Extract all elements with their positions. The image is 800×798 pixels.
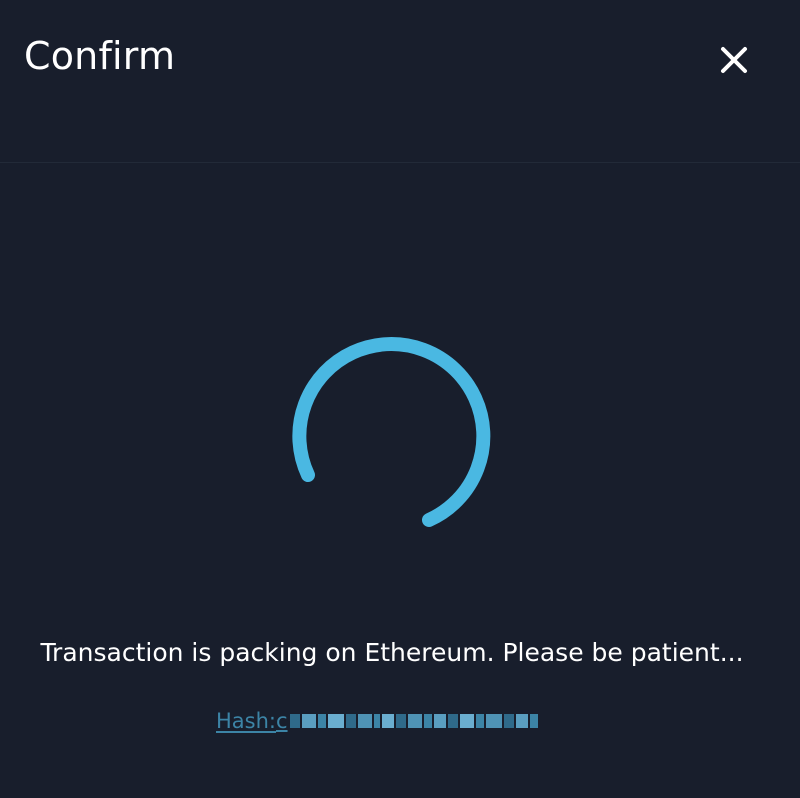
transaction-hash-link[interactable]: Hash: c — [216, 706, 540, 736]
close-button[interactable] — [712, 38, 756, 82]
loading-spinner-icon — [292, 336, 494, 530]
hash-label: Hash: — [216, 709, 276, 733]
dialog-header: Confirm — [0, 0, 800, 163]
close-icon — [721, 47, 747, 73]
status-message: Transaction is packing on Ethereum. Plea… — [40, 638, 744, 667]
redacted-hash — [289, 710, 540, 732]
dialog-title: Confirm — [24, 34, 176, 78]
hash-value: c — [276, 709, 288, 733]
